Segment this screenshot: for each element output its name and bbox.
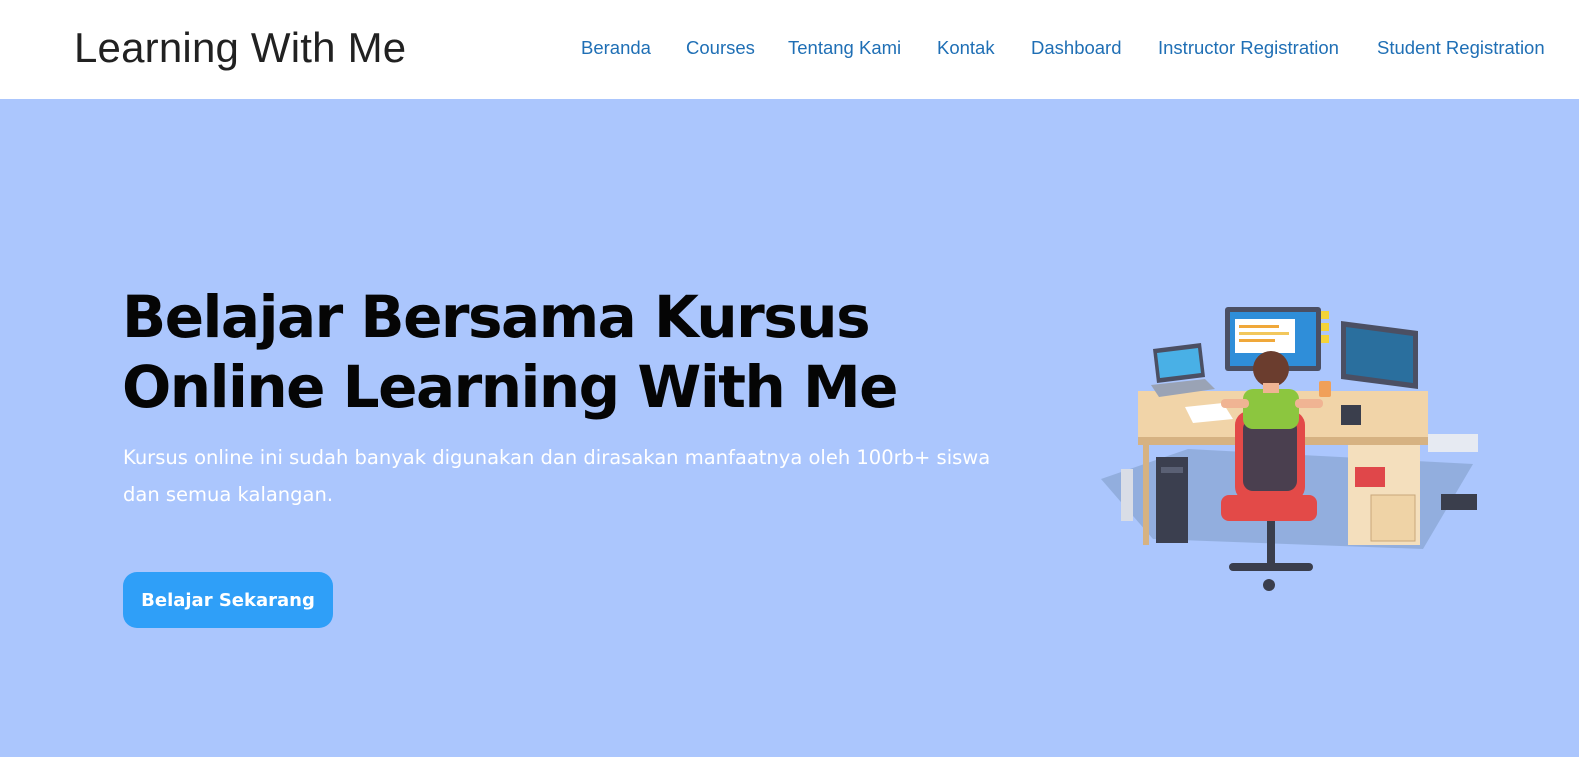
nav-student-registration[interactable]: Student Registration [1377,37,1545,59]
workspace-illustration [1101,307,1478,591]
hero-subtitle: Kursus online ini sudah banyak digunakan… [123,446,991,506]
person-arm-left [1221,399,1249,408]
hero-title: Belajar Bersama Kursus Online Learning W… [122,282,1022,422]
wall-socket [1428,434,1478,452]
hero-title-line-1: Belajar Bersama Kursus [122,283,871,351]
nav-courses[interactable]: Courses [686,37,755,59]
desk-leg-left [1143,445,1149,545]
monitor-right-screen [1346,327,1413,383]
nav-instructor-registration[interactable]: Instructor Registration [1158,37,1339,59]
phone [1341,405,1361,425]
chair-base [1229,563,1313,571]
pc-drive [1161,467,1183,473]
nav-kontak[interactable]: Kontak [937,37,995,59]
monitor-center-window [1235,319,1295,353]
router [1441,494,1477,510]
belajar-sekarang-button[interactable]: Belajar Sekarang [123,572,333,628]
chair-seat [1221,495,1317,521]
hero-title-line-2: Online Learning With Me [122,353,899,421]
hero-section: Belajar Bersama Kursus Online Learning W… [0,99,1579,757]
power-strip [1121,469,1133,521]
nav-dashboard[interactable]: Dashboard [1031,37,1122,59]
drawer-door [1370,494,1416,542]
person-head [1253,351,1289,387]
coffee-cup [1319,381,1331,397]
nav-tentang-kami[interactable]: Tentang Kami [788,37,901,59]
brand-title[interactable]: Learning With Me [74,24,406,72]
nav-beranda[interactable]: Beranda [581,37,651,59]
drawer-books [1355,467,1385,487]
chair-post [1267,521,1275,569]
chair-wheel [1263,579,1275,591]
person-arm-right [1295,399,1323,408]
navbar: Learning With Me Beranda Courses Tentang… [0,0,1579,99]
person-shirt [1243,389,1299,429]
